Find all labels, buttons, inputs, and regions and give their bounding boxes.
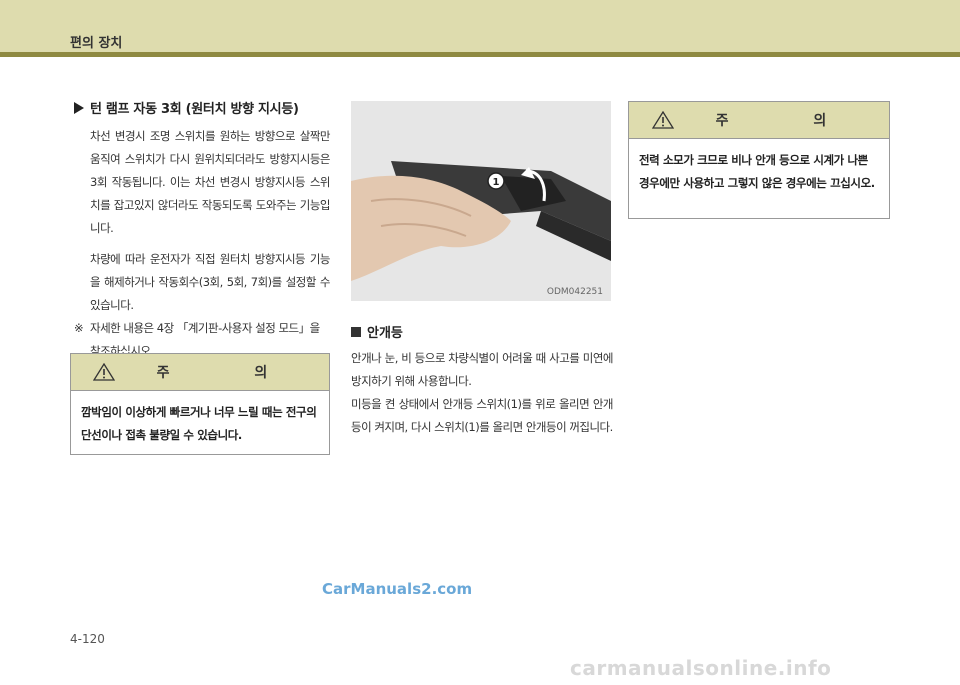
chapter-title: 편의 장치: [70, 36, 123, 51]
warning-icon: [92, 363, 115, 381]
fog-lamp-section: 안개등 안개나 눈, 비 등으로 차량식별이 어려울 때 사고를 미연에 방지하…: [351, 322, 614, 439]
switch-illustration: 1: [351, 101, 611, 301]
caution-text: 깜박임이 이상하게 빠르거나 너무 느릴 때는 전구의 단선이나 접촉 불량일 …: [81, 405, 317, 442]
fog-lamp-switch-photo: 1 ODM042251: [351, 101, 611, 301]
caution-box: 주 의 전력 소모가 크므로 비나 안개 등으로 시계가 나쁜 경우에만 사용하…: [628, 101, 890, 219]
caution-box: 주 의 깜박임이 이상하게 빠르거나 너무 느릴 때는 전구의 단선이나 접촉 …: [70, 353, 330, 455]
square-bullet-icon: [351, 326, 361, 337]
page-number: 4-120: [70, 632, 105, 646]
caution-header: 주 의: [629, 102, 889, 139]
warning-icon: [651, 111, 674, 129]
caution-text: 전력 소모가 크므로 비나 안개 등으로 시계가 나쁜 경우에만 사용하고 그렇…: [639, 153, 875, 190]
paragraph: 안개나 눈, 비 등으로 차량식별이 어려울 때 사고를 미연에 방지하기 위해…: [351, 351, 614, 388]
header-rule: [0, 52, 960, 57]
paragraph: 미등을 켠 상태에서 안개등 스위치(1)를 위로 올리면 안개등이 켜지며, …: [351, 397, 614, 434]
section-heading-text: 턴 램프 자동 3회 (원터치 방향 지시등): [90, 102, 299, 117]
footer-watermark: carmanualsonline.info: [570, 656, 832, 680]
triangle-bullet-icon: [74, 101, 84, 114]
paragraph: 차선 변경시 조명 스위치를 원하는 방향으로 살짝만 움직여 스위치가 다시 …: [90, 129, 331, 235]
section-heading: 턴 램프 자동 3회 (원터치 방향 지시등): [74, 98, 330, 117]
site-watermark: CarManuals2.com: [322, 580, 473, 598]
caution-header: 주 의: [71, 354, 329, 391]
caution-title: 주 의: [156, 365, 308, 381]
turn-signal-section: 턴 램프 자동 3회 (원터치 방향 지시등) 차선 변경시 조명 스위치를 원…: [74, 98, 331, 363]
section-heading-text: 안개등: [367, 326, 403, 341]
page-header: 편의 장치: [0, 0, 960, 52]
callout-number: 1: [493, 177, 500, 188]
paragraph: 차량에 따라 운전자가 직접 원터치 방향지시등 기능을 해제하거나 작동회수(…: [90, 252, 331, 312]
image-code: ODM042251: [546, 287, 603, 297]
caution-title: 주 의: [715, 113, 867, 129]
section-heading: 안개등: [351, 322, 613, 341]
